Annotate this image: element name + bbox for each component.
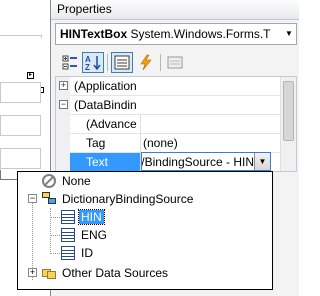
expand-plus-icon[interactable]: +	[59, 81, 68, 90]
tree-line	[50, 235, 60, 236]
field-icon	[61, 228, 75, 242]
properties-button[interactable]	[111, 52, 133, 73]
categorized-icon	[62, 55, 77, 70]
collapse-minus-icon[interactable]: −	[28, 194, 37, 203]
tree-item-label: Other Data Sources	[62, 266, 169, 280]
chevron-down-icon: ▼	[258, 157, 267, 166]
toolbar-separator	[107, 54, 108, 71]
field-icon	[61, 210, 75, 224]
property-row-databindings[interactable]: − (DataBindin	[56, 96, 280, 115]
tree-item-label: DictionaryBindingSource	[62, 192, 194, 206]
alphabetical-button[interactable]: A Z	[82, 52, 104, 73]
text-binding-editor[interactable]: /BindingSource - HIN ▼	[141, 152, 271, 171]
object-type: System.Windows.Forms.T	[130, 27, 271, 41]
property-name: (Application	[74, 79, 137, 93]
none-icon	[42, 174, 56, 188]
object-selector-combo[interactable]: HINTextBox System.Windows.Forms.T ▼	[55, 23, 297, 45]
designer-control-border	[0, 35, 42, 38]
properties-icon	[114, 55, 130, 70]
property-row-tag[interactable]: Tag (none)	[56, 134, 280, 153]
categorized-button[interactable]	[59, 52, 81, 73]
property-name: Text	[86, 155, 109, 169]
binding-source-dropdown: None − DictionaryBindingSource HIN ENG I…	[17, 171, 273, 290]
property-pages-button[interactable]	[164, 52, 186, 73]
binding-value: /BindingSource - HIN	[141, 155, 254, 169]
properties-title: Properties	[51, 0, 299, 20]
events-icon	[140, 54, 152, 71]
property-name: (Advance	[86, 117, 137, 131]
expand-plus-icon[interactable]: +	[28, 268, 37, 277]
properties-toolbar: A Z	[55, 50, 297, 74]
tree-line	[50, 208, 51, 254]
scrollbar-thumb[interactable]	[283, 81, 294, 141]
folder-icon	[42, 266, 56, 280]
smart-tag-icon[interactable]: ▸	[27, 72, 34, 79]
events-button[interactable]	[135, 52, 157, 73]
tree-item-label: HIN	[78, 209, 105, 225]
tree-item-label: ID	[81, 246, 93, 260]
property-grid-scrollbar[interactable]	[280, 77, 296, 171]
tree-item-label: None	[62, 174, 91, 188]
binding-source-icon	[42, 192, 56, 206]
designer-textbox[interactable]	[0, 115, 41, 136]
designer-textbox[interactable]	[0, 148, 41, 169]
property-row-application[interactable]: + (Application	[56, 77, 280, 96]
chevron-down-icon[interactable]: ▼	[282, 24, 296, 44]
property-name: Tag	[86, 136, 106, 150]
svg-text:Z: Z	[85, 63, 90, 72]
collapse-minus-icon[interactable]: −	[59, 100, 68, 109]
object-name: HINTextBox	[60, 27, 128, 41]
toolbar-separator	[160, 54, 161, 71]
property-row-advanced[interactable]: (Advance	[56, 115, 280, 134]
field-icon	[61, 246, 75, 260]
alphabetical-icon: A Z	[85, 55, 101, 72]
property-name: (DataBindin	[74, 98, 137, 112]
designer-textbox[interactable]	[0, 82, 41, 103]
tree-line	[50, 253, 60, 254]
property-pages-icon	[167, 56, 183, 69]
dropdown-arrow-button[interactable]: ▼	[254, 153, 270, 170]
tree-item-label: ENG	[81, 228, 108, 242]
property-value[interactable]: (none)	[143, 136, 178, 150]
tree-line	[50, 217, 60, 218]
